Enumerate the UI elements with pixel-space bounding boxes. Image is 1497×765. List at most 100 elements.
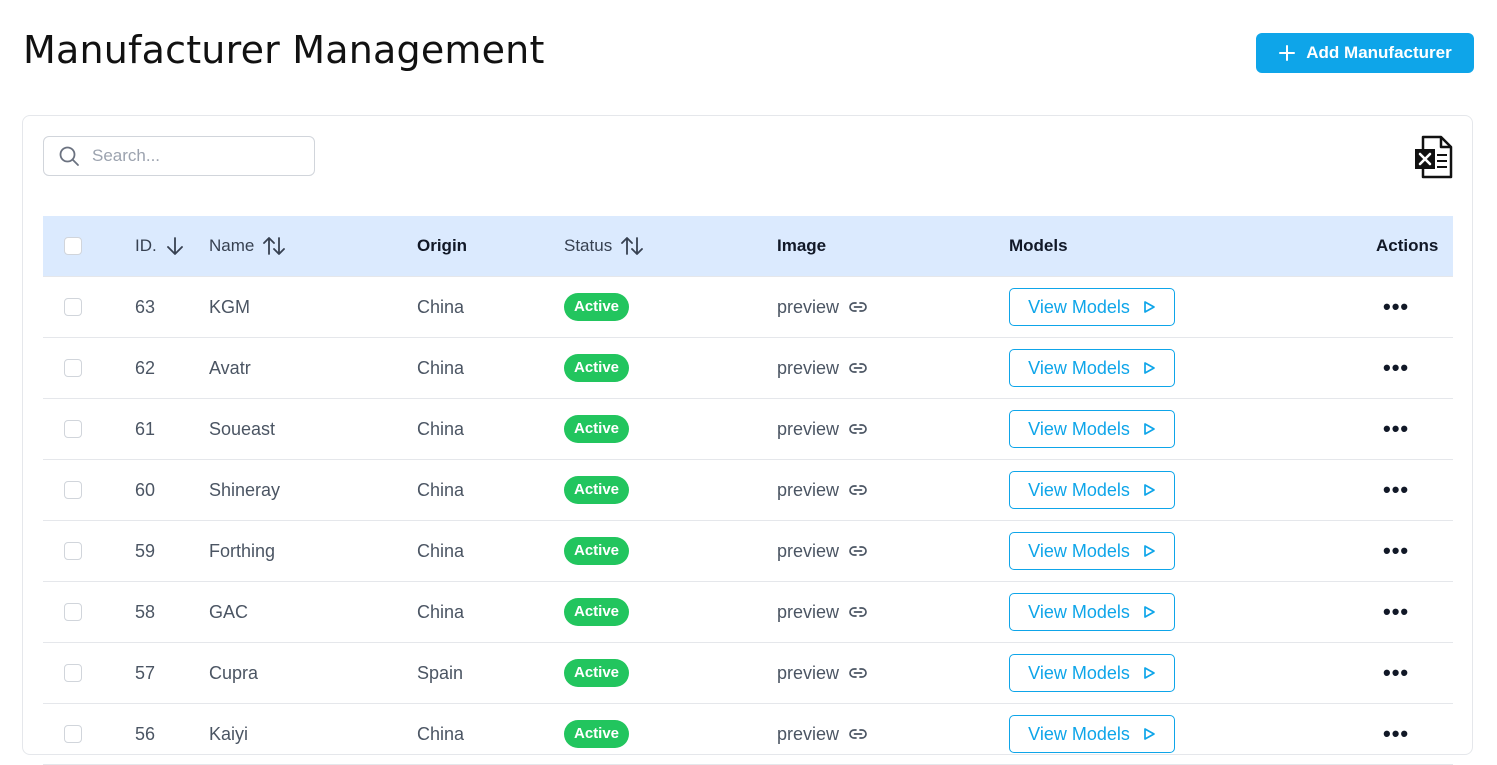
plus-icon xyxy=(1279,45,1296,61)
status-badge: Active xyxy=(564,415,630,443)
row-checkbox[interactable] xyxy=(64,481,82,499)
add-manufacturer-label: Add Manufacturer xyxy=(1306,43,1452,62)
row-checkbox[interactable] xyxy=(64,359,82,377)
preview-label: preview xyxy=(777,601,840,622)
view-models-button[interactable]: View Models xyxy=(1009,593,1175,631)
view-models-label: View Models xyxy=(1028,479,1130,500)
view-models-label: View Models xyxy=(1028,418,1130,439)
link-icon xyxy=(849,424,867,434)
more-actions-icon[interactable]: ••• xyxy=(1383,723,1409,745)
more-actions-icon[interactable]: ••• xyxy=(1383,540,1409,562)
more-actions-icon[interactable]: ••• xyxy=(1383,296,1409,318)
column-header-image: Image xyxy=(777,236,827,255)
status-badge: Active xyxy=(564,537,630,565)
play-icon xyxy=(1144,545,1155,557)
view-models-button[interactable]: View Models xyxy=(1009,471,1175,509)
more-actions-icon[interactable]: ••• xyxy=(1383,418,1409,440)
more-actions-icon[interactable]: ••• xyxy=(1383,479,1409,501)
preview-label: preview xyxy=(777,479,840,500)
image-preview-link[interactable]: preview xyxy=(777,541,867,562)
table-row: 61 Soueast China Active preview View Mod… xyxy=(43,399,1453,460)
row-checkbox[interactable] xyxy=(64,420,82,438)
search-box[interactable] xyxy=(43,136,315,176)
link-icon xyxy=(849,729,867,739)
row-origin: China xyxy=(417,357,465,378)
image-preview-link[interactable]: preview xyxy=(777,663,867,684)
view-models-label: View Models xyxy=(1028,357,1130,378)
image-preview-link[interactable]: preview xyxy=(777,419,867,440)
column-header-name[interactable]: Name xyxy=(209,216,286,276)
table-row: 62 Avatr China Active preview View Model… xyxy=(43,338,1453,399)
link-icon xyxy=(849,302,867,312)
row-name: Shineray xyxy=(209,479,281,500)
manufacturer-table: ID. Name Origin Status Image Models Acti… xyxy=(43,216,1453,765)
add-manufacturer-button[interactable]: Add Manufacturer xyxy=(1256,33,1474,73)
row-id: 56 xyxy=(135,723,156,744)
image-preview-link[interactable]: preview xyxy=(777,724,867,745)
row-origin: China xyxy=(417,479,465,500)
status-badge: Active xyxy=(564,720,630,748)
play-icon xyxy=(1144,667,1155,679)
more-actions-icon[interactable]: ••• xyxy=(1383,357,1409,379)
view-models-label: View Models xyxy=(1028,296,1130,317)
page-title: Manufacturer Management xyxy=(23,28,545,72)
image-preview-link[interactable]: preview xyxy=(777,480,867,501)
more-actions-icon[interactable]: ••• xyxy=(1383,662,1409,684)
view-models-button[interactable]: View Models xyxy=(1009,410,1175,448)
view-models-button[interactable]: View Models xyxy=(1009,654,1175,692)
row-origin: Spain xyxy=(417,662,464,683)
image-preview-link[interactable]: preview xyxy=(777,358,867,379)
table-row: 58 GAC China Active preview View Models … xyxy=(43,582,1453,643)
search-input[interactable] xyxy=(90,145,294,167)
preview-label: preview xyxy=(777,296,840,317)
row-origin: China xyxy=(417,418,465,439)
table-row: 63 KGM China Active preview View Models … xyxy=(43,277,1453,338)
table-row: 60 Shineray China Active preview View Mo… xyxy=(43,460,1453,521)
row-origin: China xyxy=(417,296,465,317)
table-row: 57 Cupra Spain Active preview View Model… xyxy=(43,643,1453,704)
view-models-label: View Models xyxy=(1028,540,1130,561)
row-name: Soueast xyxy=(209,418,276,439)
select-all-checkbox[interactable] xyxy=(64,237,82,255)
more-actions-icon[interactable]: ••• xyxy=(1383,601,1409,623)
column-header-models: Models xyxy=(1009,236,1068,255)
status-badge: Active xyxy=(564,354,630,382)
image-preview-link[interactable]: preview xyxy=(777,602,867,623)
row-checkbox[interactable] xyxy=(64,603,82,621)
preview-label: preview xyxy=(777,540,840,561)
view-models-button[interactable]: View Models xyxy=(1009,349,1175,387)
column-header-origin: Origin xyxy=(417,236,468,255)
image-preview-link[interactable]: preview xyxy=(777,297,867,318)
sort-icon xyxy=(263,237,286,255)
view-models-label: View Models xyxy=(1028,601,1130,622)
row-checkbox[interactable] xyxy=(64,725,82,743)
play-icon xyxy=(1144,423,1155,435)
row-checkbox[interactable] xyxy=(64,542,82,560)
row-name: Cupra xyxy=(209,662,259,683)
row-name: GAC xyxy=(209,601,249,622)
column-header-status[interactable]: Status xyxy=(564,216,644,276)
view-models-button[interactable]: View Models xyxy=(1009,288,1175,326)
link-icon xyxy=(849,485,867,495)
row-id: 61 xyxy=(135,418,156,439)
row-origin: China xyxy=(417,540,465,561)
column-header-id[interactable]: ID. xyxy=(135,216,185,276)
excel-export-icon[interactable] xyxy=(1413,135,1453,179)
view-models-label: View Models xyxy=(1028,723,1130,744)
manufacturer-table-card: ID. Name Origin Status Im xyxy=(22,115,1473,765)
row-id: 62 xyxy=(135,357,156,378)
view-models-button[interactable]: View Models xyxy=(1009,715,1175,753)
view-models-label: View Models xyxy=(1028,662,1130,683)
row-name: Avatr xyxy=(209,357,251,378)
row-name: Forthing xyxy=(209,540,276,561)
row-checkbox[interactable] xyxy=(64,664,82,682)
view-models-button[interactable]: View Models xyxy=(1009,532,1175,570)
row-checkbox[interactable] xyxy=(64,298,82,316)
play-icon xyxy=(1144,301,1155,313)
link-icon xyxy=(849,668,867,678)
table-row: 56 Kaiyi China Active preview View Model… xyxy=(43,704,1453,765)
row-origin: China xyxy=(417,723,465,744)
link-icon xyxy=(849,546,867,556)
link-icon xyxy=(849,607,867,617)
row-name: Kaiyi xyxy=(209,723,249,744)
